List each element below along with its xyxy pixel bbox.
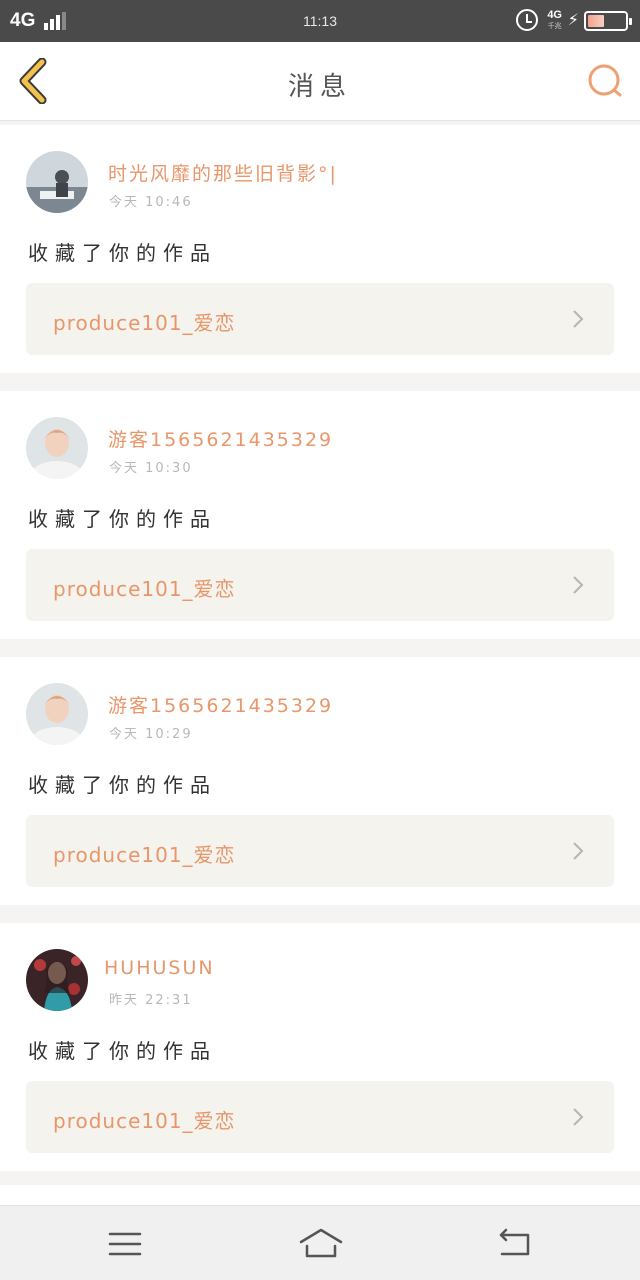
avatar[interactable] — [26, 683, 88, 745]
chevron-right-icon — [573, 310, 584, 328]
search-icon — [588, 64, 622, 97]
username[interactable]: 游客1565621435329 — [108, 691, 333, 718]
work-link[interactable]: produce101_爱恋 — [26, 815, 614, 887]
timestamp: 昨天 22:31 — [109, 993, 193, 1008]
action-text: 收藏了你的作品 — [28, 507, 217, 531]
header: 消息 — [0, 42, 640, 121]
action-text: 收藏了你的作品 — [28, 241, 217, 265]
action-text: 收藏了你的作品 — [28, 773, 217, 797]
username[interactable]: 游客1565621435329 — [108, 425, 333, 452]
username[interactable]: HUHUSUN — [104, 957, 215, 979]
message-card: 游客1565621435329 今天 10:30 收藏了你的作品 produce… — [0, 391, 640, 639]
home-button[interactable] — [298, 1226, 344, 1262]
alarm-icon — [516, 9, 538, 31]
status-bar: 4G 11:13 4G 千兆 ⚡ — [0, 0, 640, 42]
work-title: produce101_爱恋 — [53, 1109, 236, 1133]
timestamp: 今天 10:46 — [109, 195, 193, 210]
return-icon — [499, 1228, 530, 1256]
battery-icon — [584, 11, 632, 31]
system-nav-bar — [0, 1205, 640, 1280]
charging-icon: ⚡ — [567, 10, 579, 29]
work-link[interactable]: produce101_爱恋 — [26, 1081, 614, 1153]
avatar[interactable] — [26, 151, 88, 213]
chevron-right-icon — [573, 1108, 584, 1126]
mobile-data-indicator: 4G 千兆 — [547, 9, 562, 30]
page-title: 消息 — [287, 72, 352, 102]
work-title: produce101_爱恋 — [53, 311, 236, 335]
menu-icon — [108, 1232, 142, 1256]
message-card: 时光风靡的那些旧背影°| 今天 10:46 收藏了你的作品 produce101… — [0, 125, 640, 373]
search-button[interactable] — [586, 62, 624, 100]
avatar[interactable] — [26, 417, 88, 479]
return-button[interactable] — [496, 1226, 536, 1262]
message-card: 游客1565621435329 今天 10:29 收藏了你的作品 produce… — [0, 657, 640, 905]
username[interactable]: 时光风靡的那些旧背影°| — [108, 159, 338, 186]
work-link[interactable]: produce101_爱恋 — [26, 549, 614, 621]
work-title: produce101_爱恋 — [53, 843, 236, 867]
timestamp: 今天 10:29 — [109, 727, 193, 742]
chevron-right-icon — [573, 576, 584, 594]
chevron-right-icon — [573, 842, 584, 860]
battery-level — [588, 15, 604, 27]
message-card: HUHUSUN 昨天 22:31 收藏了你的作品 produce101_爱恋 — [0, 923, 640, 1171]
timestamp: 今天 10:30 — [109, 461, 193, 476]
home-icon — [299, 1228, 343, 1258]
avatar[interactable] — [26, 949, 88, 1011]
action-text: 收藏了你的作品 — [28, 1039, 217, 1063]
work-title: produce101_爱恋 — [53, 577, 236, 601]
work-link[interactable]: produce101_爱恋 — [26, 283, 614, 355]
menu-button[interactable] — [105, 1226, 145, 1262]
